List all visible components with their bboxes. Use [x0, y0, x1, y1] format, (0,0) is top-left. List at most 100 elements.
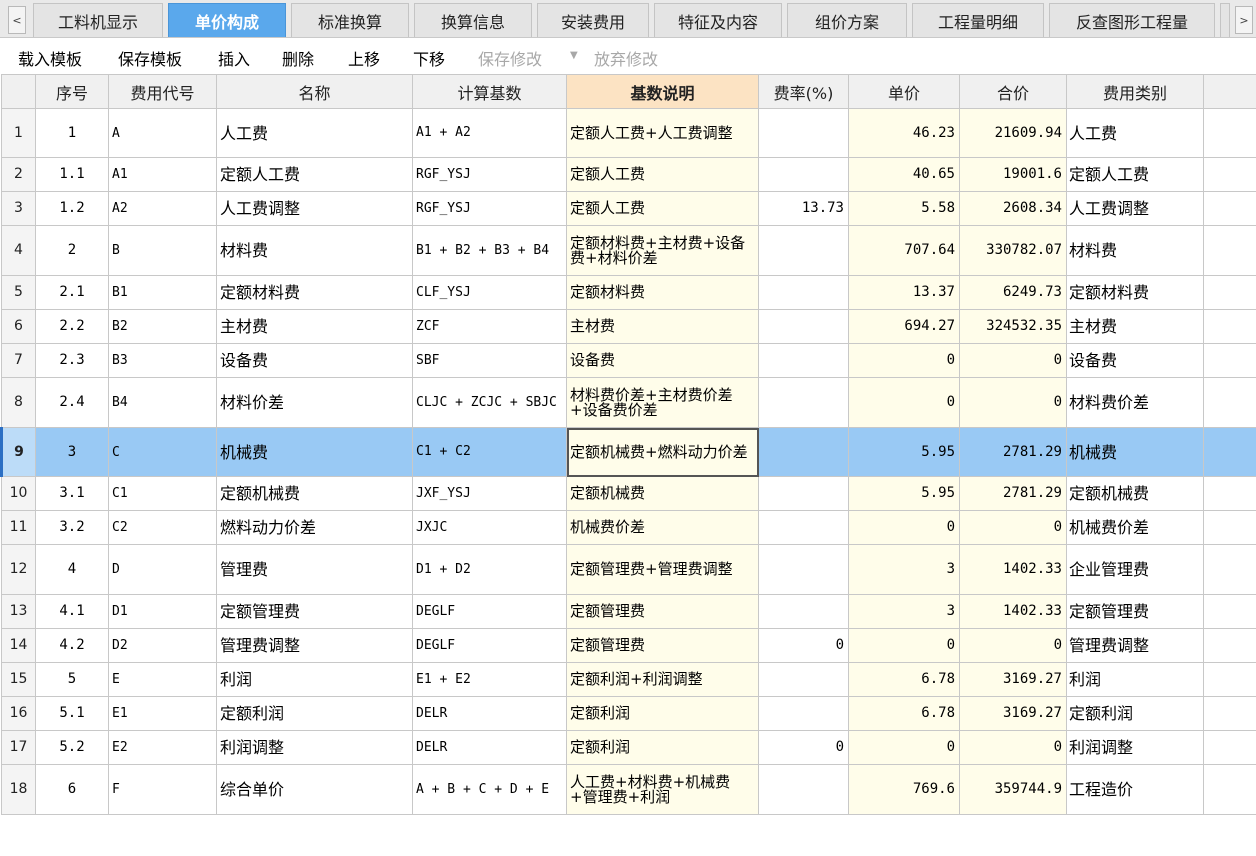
- tab-overflow[interactable]: [1220, 3, 1230, 37]
- name-cell[interactable]: 材料价差: [216, 377, 413, 428]
- fee-category-cell[interactable]: 机械费: [1066, 427, 1204, 477]
- seq-cell[interactable]: 2.2: [35, 309, 109, 344]
- load-template-button[interactable]: 载入模板: [18, 46, 82, 70]
- fee-code-cell[interactable]: B2: [108, 309, 217, 344]
- base-description-cell[interactable]: 定额材料费: [566, 275, 759, 310]
- fee-category-cell[interactable]: 人工费调整: [1066, 191, 1204, 226]
- total-price-cell[interactable]: 1402.33: [959, 544, 1067, 595]
- total-price-cell[interactable]: 19001.6: [959, 157, 1067, 192]
- calc-base-cell[interactable]: D1 + D2: [412, 544, 567, 595]
- base-description-cell[interactable]: 定额机械费+燃料动力价差: [566, 427, 759, 477]
- table-row[interactable]: 5 2.1 B1 定额材料费 CLF_YSJ 定额材料费 13.37 6249.73 定额材料费: [1, 275, 1256, 310]
- rate-cell[interactable]: 0: [758, 628, 849, 663]
- seq-cell[interactable]: 2: [35, 225, 109, 276]
- unit-price-cell[interactable]: 0: [848, 510, 960, 545]
- fee-code-cell[interactable]: A: [108, 108, 217, 158]
- total-price-cell[interactable]: 6249.73: [959, 275, 1067, 310]
- name-cell[interactable]: 定额利润: [216, 696, 413, 731]
- seq-cell[interactable]: 3.2: [35, 510, 109, 545]
- fee-code-cell[interactable]: D: [108, 544, 217, 595]
- unit-price-cell[interactable]: 40.65: [848, 157, 960, 192]
- name-cell[interactable]: 定额机械费: [216, 476, 413, 511]
- calc-base-cell[interactable]: B1 + B2 + B3 + B4: [412, 225, 567, 276]
- tab-conversion-info[interactable]: 换算信息: [414, 3, 532, 37]
- header-seq[interactable]: 序号: [35, 74, 109, 109]
- name-cell[interactable]: 利润调整: [216, 730, 413, 765]
- base-description-cell[interactable]: 人工费+材料费+机械费+管理费+利润: [566, 764, 759, 815]
- total-price-cell[interactable]: 1402.33: [959, 594, 1067, 629]
- base-description-cell[interactable]: 机械费价差: [566, 510, 759, 545]
- fee-code-cell[interactable]: D1: [108, 594, 217, 629]
- table-row[interactable]: 4 2 B 材料费 B1 + B2 + B3 + B4 定额材料费+主材费+设备费+材料价…: [1, 225, 1256, 276]
- fee-code-cell[interactable]: C2: [108, 510, 217, 545]
- table-row[interactable]: 9 3 C 机械费 C1 + C2 定额机械费+燃料动力价差 5.95 2781.29 机械费: [0, 427, 1256, 477]
- unit-price-cell[interactable]: 5.95: [848, 476, 960, 511]
- fee-code-cell[interactable]: F: [108, 764, 217, 815]
- header-base-description[interactable]: 基数说明: [566, 74, 759, 109]
- fee-category-cell[interactable]: 设备费: [1066, 343, 1204, 378]
- base-description-cell[interactable]: 定额机械费: [566, 476, 759, 511]
- table-row[interactable]: 3 1.2 A2 人工费调整 RGF_YSJ 定额人工费 13.73 5.58 2608.34 人…: [1, 191, 1256, 226]
- rate-cell[interactable]: [758, 696, 849, 731]
- header-unit-price[interactable]: 单价: [848, 74, 960, 109]
- seq-cell[interactable]: 3: [35, 427, 109, 477]
- fee-category-cell[interactable]: 定额机械费: [1066, 476, 1204, 511]
- move-up-button[interactable]: 上移: [348, 46, 380, 70]
- total-price-cell[interactable]: 2608.34: [959, 191, 1067, 226]
- discard-changes-button[interactable]: 放弃修改: [594, 46, 658, 70]
- rate-cell[interactable]: [758, 764, 849, 815]
- calc-base-cell[interactable]: JXJC: [412, 510, 567, 545]
- calc-base-cell[interactable]: ZCF: [412, 309, 567, 344]
- table-row[interactable]: 1 1 A 人工费 A1 + A2 定额人工费+人工费调整 46.23 21609.94 人工费: [1, 108, 1256, 158]
- fee-code-cell[interactable]: B: [108, 225, 217, 276]
- total-price-cell[interactable]: 359744.9: [959, 764, 1067, 815]
- calc-base-cell[interactable]: SBF: [412, 343, 567, 378]
- table-row[interactable]: 2 1.1 A1 定额人工费 RGF_YSJ 定额人工费 40.65 19001.6 定额人工费: [1, 157, 1256, 192]
- table-row[interactable]: 10 3.1 C1 定额机械费 JXF_YSJ 定额机械费 5.95 2781.29 定额机械费: [1, 476, 1256, 511]
- calc-base-cell[interactable]: A1 + A2: [412, 108, 567, 158]
- tab-quantity-details[interactable]: 工程量明细: [912, 3, 1044, 37]
- rate-cell[interactable]: [758, 377, 849, 428]
- name-cell[interactable]: 管理费调整: [216, 628, 413, 663]
- fee-category-cell[interactable]: 定额人工费: [1066, 157, 1204, 192]
- calc-base-cell[interactable]: RGF_YSJ: [412, 157, 567, 192]
- seq-cell[interactable]: 2.1: [35, 275, 109, 310]
- total-price-cell[interactable]: 0: [959, 377, 1067, 428]
- fee-category-cell[interactable]: 定额材料费: [1066, 275, 1204, 310]
- table-row[interactable]: 8 2.4 B4 材料价差 CLJC + ZCJC + SBJC 材料费价差+主材费价差+…: [1, 377, 1256, 428]
- total-price-cell[interactable]: 3169.27: [959, 662, 1067, 697]
- name-cell[interactable]: 定额管理费: [216, 594, 413, 629]
- insert-button[interactable]: 插入: [218, 46, 250, 70]
- base-description-cell[interactable]: 定额材料费+主材费+设备费+材料价差: [566, 225, 759, 276]
- base-description-cell[interactable]: 定额管理费: [566, 594, 759, 629]
- name-cell[interactable]: 综合单价: [216, 764, 413, 815]
- total-price-cell[interactable]: 2781.29: [959, 427, 1067, 477]
- total-price-cell[interactable]: 324532.35: [959, 309, 1067, 344]
- fee-category-cell[interactable]: 主材费: [1066, 309, 1204, 344]
- total-price-cell[interactable]: 330782.07: [959, 225, 1067, 276]
- name-cell[interactable]: 定额材料费: [216, 275, 413, 310]
- rate-cell[interactable]: 0: [758, 730, 849, 765]
- base-description-cell[interactable]: 定额利润: [566, 696, 759, 731]
- header-fee-category[interactable]: 费用类别: [1066, 74, 1204, 109]
- header-total-price[interactable]: 合价: [959, 74, 1067, 109]
- total-price-cell[interactable]: 0: [959, 343, 1067, 378]
- calc-base-cell[interactable]: DEGLF: [412, 594, 567, 629]
- seq-cell[interactable]: 5.1: [35, 696, 109, 731]
- seq-cell[interactable]: 3.1: [35, 476, 109, 511]
- unit-price-cell[interactable]: 769.6: [848, 764, 960, 815]
- fee-code-cell[interactable]: C: [108, 427, 217, 477]
- base-description-cell[interactable]: 定额管理费+管理费调整: [566, 544, 759, 595]
- unit-price-cell[interactable]: 46.23: [848, 108, 960, 158]
- unit-price-cell[interactable]: 3: [848, 594, 960, 629]
- name-cell[interactable]: 主材费: [216, 309, 413, 344]
- rate-cell[interactable]: [758, 594, 849, 629]
- table-row[interactable]: 7 2.3 B3 设备费 SBF 设备费 0 0 设备费: [1, 343, 1256, 378]
- rate-cell[interactable]: [758, 108, 849, 158]
- unit-price-cell[interactable]: 0: [848, 628, 960, 663]
- fee-code-cell[interactable]: A1: [108, 157, 217, 192]
- seq-cell[interactable]: 1: [35, 108, 109, 158]
- unit-price-cell[interactable]: 13.37: [848, 275, 960, 310]
- fee-category-cell[interactable]: 利润: [1066, 662, 1204, 697]
- unit-price-cell[interactable]: 0: [848, 377, 960, 428]
